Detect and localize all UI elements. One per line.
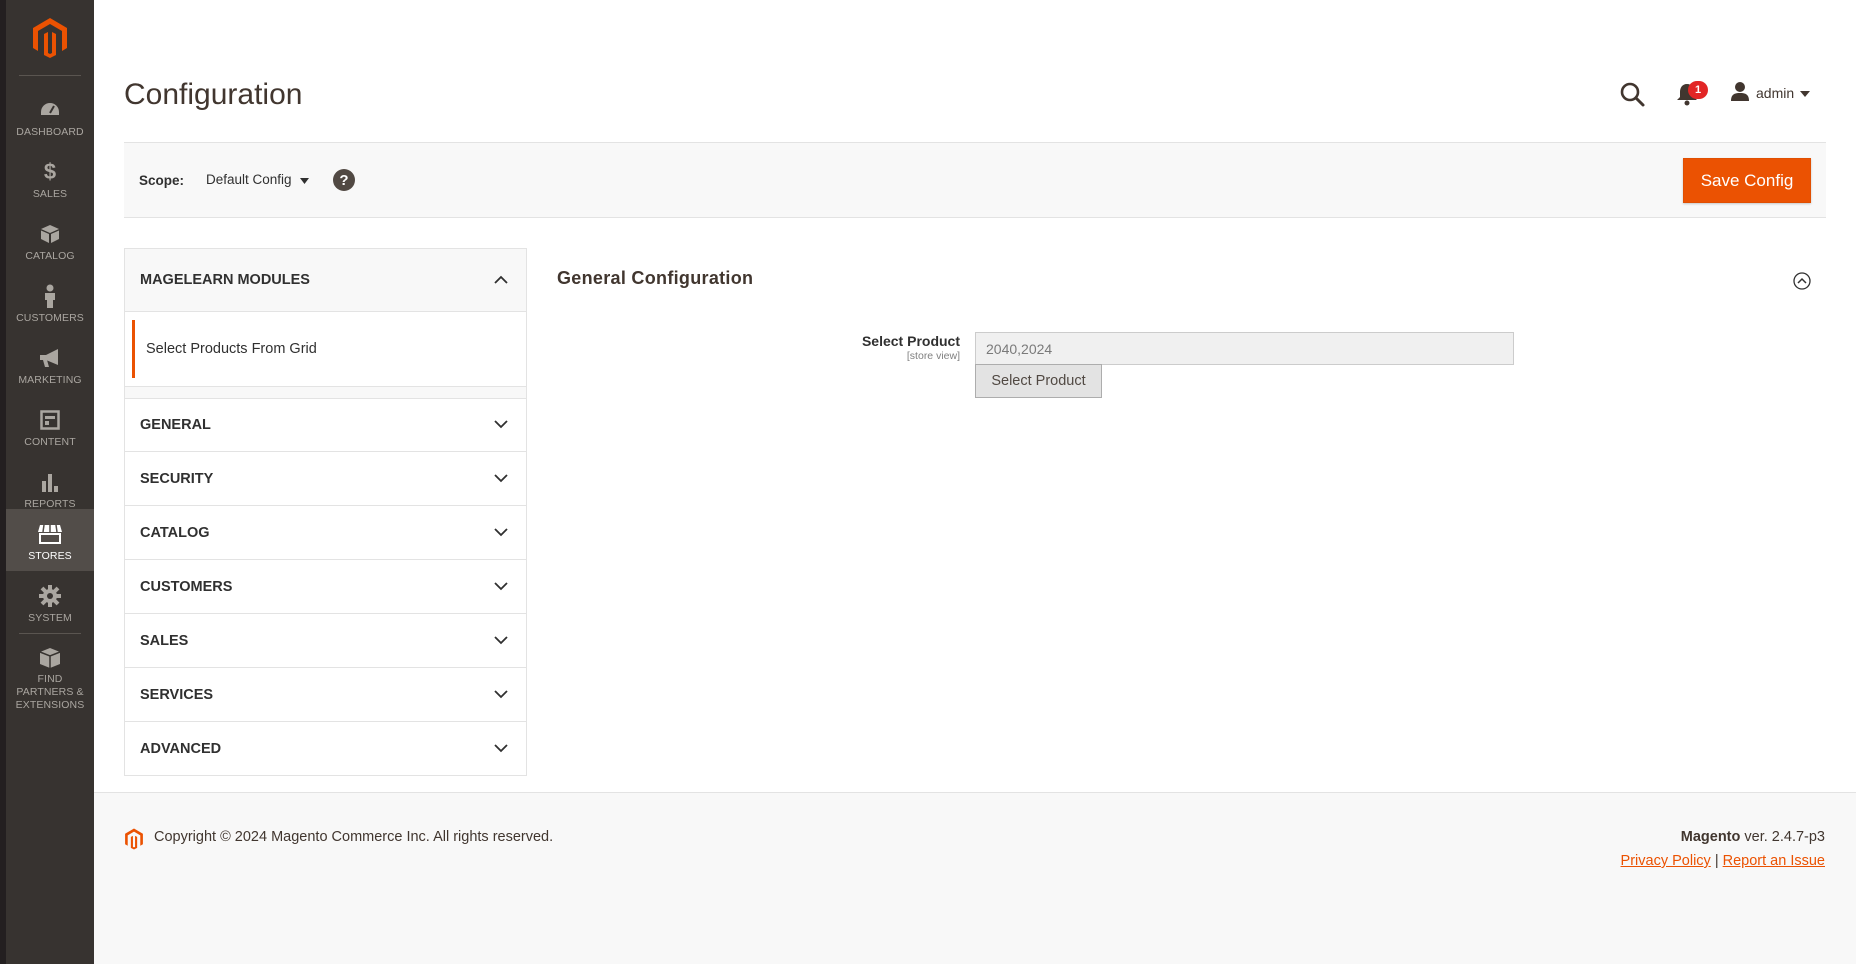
- brand-name: Magento: [1680, 829, 1741, 845]
- menu-item-label: Find Partners & Extensions: [15, 673, 85, 711]
- menu-item-label: Catalog: [25, 250, 75, 262]
- menu-item-dashboard[interactable]: Dashboard: [6, 85, 94, 147]
- magento-logo-icon: [124, 828, 144, 850]
- layout-icon: [38, 408, 62, 432]
- tab-group-general[interactable]: GENERAL: [124, 398, 527, 452]
- user-account-menu[interactable]: admin: [1730, 81, 1811, 106]
- menu-item-content[interactable]: Content: [6, 395, 94, 457]
- select-product-input[interactable]: [975, 332, 1514, 365]
- bar-chart-icon: [38, 470, 62, 494]
- chevron-down-icon: [494, 632, 508, 650]
- save-config-button[interactable]: Save Config: [1683, 158, 1811, 203]
- menu-item-label: System: [28, 612, 72, 624]
- tab-group-customers[interactable]: CUSTOMERS: [124, 560, 527, 614]
- caret-down-icon: [1800, 84, 1811, 102]
- help-icon[interactable]: ?: [333, 169, 355, 191]
- menu-item-stores[interactable]: Stores: [6, 509, 94, 571]
- notification-count-badge[interactable]: 1: [1688, 81, 1708, 99]
- collapse-circle-icon[interactable]: [1793, 272, 1811, 290]
- tab-group-items: Select Products From Grid: [124, 312, 527, 386]
- dashboard-icon: [38, 98, 62, 122]
- menu-item-catalog[interactable]: Catalog: [6, 209, 94, 271]
- menu-divider: [19, 75, 81, 76]
- box-icon: [38, 222, 62, 246]
- gear-icon: [38, 584, 62, 608]
- chevron-down-icon: [494, 470, 508, 488]
- cubes-icon: [38, 647, 62, 669]
- field-label-text: Select Product: [861, 333, 960, 349]
- footer-links: Privacy Policy | Report an Issue: [1621, 853, 1825, 869]
- version-info: Magento ver. 2.4.7-p3: [1681, 829, 1825, 845]
- select-product-button[interactable]: Select Product: [975, 364, 1102, 398]
- scope-value: Default Config: [206, 172, 292, 187]
- scope-toolbar: Scope: Default Config ? Save Config: [124, 142, 1826, 218]
- config-tabs: MAGELEARN MODULES Select Products From G…: [124, 248, 527, 776]
- page-title: Configuration: [124, 78, 303, 111]
- menu-item-label: Customers: [16, 312, 84, 324]
- user-icon: [1730, 81, 1750, 106]
- tab-group-advanced[interactable]: ADVANCED: [124, 722, 527, 776]
- search-icon[interactable]: [1620, 82, 1646, 108]
- magento-logo-icon[interactable]: [6, 0, 94, 76]
- page-footer: Copyright © 2024 Magento Commerce Inc. A…: [94, 792, 1856, 964]
- user-name: admin: [1756, 85, 1795, 101]
- chevron-down-icon: [494, 524, 508, 542]
- menu-item-sales[interactable]: $ Sales: [6, 147, 94, 209]
- menu-item-label: Marketing: [18, 374, 82, 386]
- link-separator: |: [1710, 853, 1723, 869]
- tab-group-title: CUSTOMERS: [140, 578, 233, 595]
- tab-group-title: CATALOG: [140, 524, 210, 541]
- menu-item-label: Sales: [32, 188, 68, 200]
- version-text: ver. 2.4.7-p3: [1740, 829, 1825, 845]
- field-scope-note: [store view]: [906, 350, 960, 362]
- person-icon: [38, 284, 62, 308]
- tab-group-security[interactable]: SECURITY: [124, 452, 527, 506]
- menu-item-label: Stores: [28, 550, 72, 562]
- admin-menu: Dashboard $ Sales Catalog Customers Mark…: [6, 0, 94, 964]
- tab-item-select-products-from-grid[interactable]: Select Products From Grid: [132, 320, 526, 378]
- tab-group-title: SALES: [140, 632, 189, 649]
- tab-group-magelearn-modules[interactable]: MAGELEARN MODULES: [124, 248, 527, 312]
- dollar-icon: $: [43, 159, 57, 184]
- tab-group-title: MAGELEARN MODULES: [140, 272, 310, 288]
- report-issue-link[interactable]: Report an Issue: [1723, 853, 1825, 869]
- select-product-label: Select Product [store view]: [780, 333, 960, 362]
- tab-group-services[interactable]: SERVICES: [124, 668, 527, 722]
- scope-switcher[interactable]: Default Config: [206, 172, 309, 187]
- tab-group-title: ADVANCED: [140, 740, 222, 757]
- chevron-down-icon: [494, 416, 508, 434]
- tab-group-title: SERVICES: [140, 686, 214, 703]
- megaphone-icon: [38, 346, 62, 370]
- menu-item-label: Dashboard: [16, 126, 84, 138]
- section-title[interactable]: General Configuration: [557, 268, 753, 289]
- caret-down-icon: [299, 172, 309, 187]
- storefront-icon: [38, 522, 62, 546]
- tab-group-title: SECURITY: [140, 470, 214, 487]
- chevron-down-icon: [494, 740, 508, 758]
- tab-group-title: GENERAL: [140, 417, 211, 433]
- chevron-up-icon: [494, 271, 508, 289]
- chevron-down-icon: [494, 578, 508, 596]
- tab-group-catalog[interactable]: CATALOG: [124, 506, 527, 560]
- chevron-down-icon: [494, 686, 508, 704]
- copyright-text: Copyright © 2024 Magento Commerce Inc. A…: [154, 829, 554, 845]
- menu-item-label: Content: [24, 436, 76, 448]
- menu-item-find-partners[interactable]: Find Partners & Extensions: [6, 634, 94, 711]
- menu-item-marketing[interactable]: Marketing: [6, 333, 94, 395]
- scope-label: Scope:: [139, 173, 185, 188]
- menu-item-customers[interactable]: Customers: [6, 271, 94, 333]
- tab-group-sales[interactable]: SALES: [124, 614, 527, 668]
- menu-item-system[interactable]: System: [6, 571, 94, 633]
- tab-divider: [124, 386, 527, 398]
- privacy-policy-link[interactable]: Privacy Policy: [1621, 853, 1711, 869]
